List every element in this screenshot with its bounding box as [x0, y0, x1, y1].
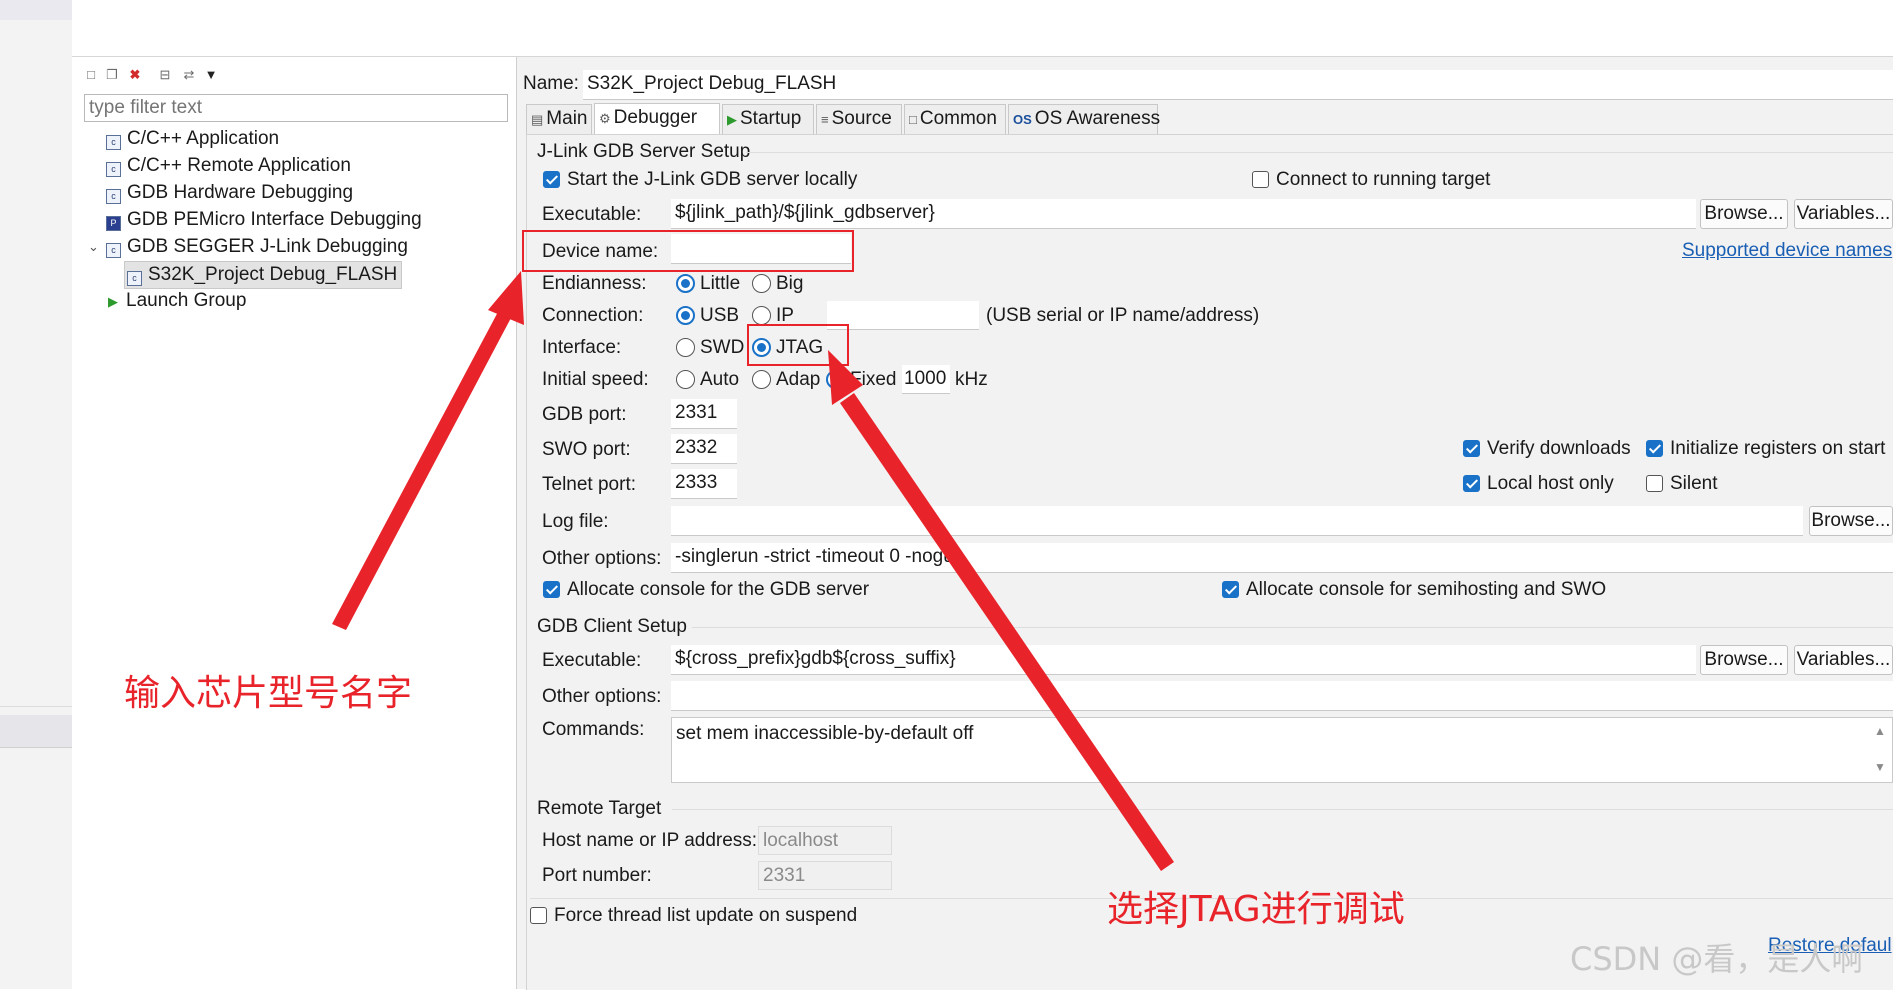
device-name-annotation: 输入芯片型号名字 [124, 673, 413, 714]
annotation-arrows [332, 271, 1174, 871]
jtag-annotation: 选择JTAG进行调试 [1107, 889, 1405, 930]
device-name-arrow-head [488, 271, 524, 325]
jtag-arrow-head [828, 350, 863, 405]
watermark: CSDN @看，是人啊 [1570, 940, 1864, 978]
jtag-arrow [840, 393, 1174, 871]
device-name-arrow [332, 310, 512, 630]
